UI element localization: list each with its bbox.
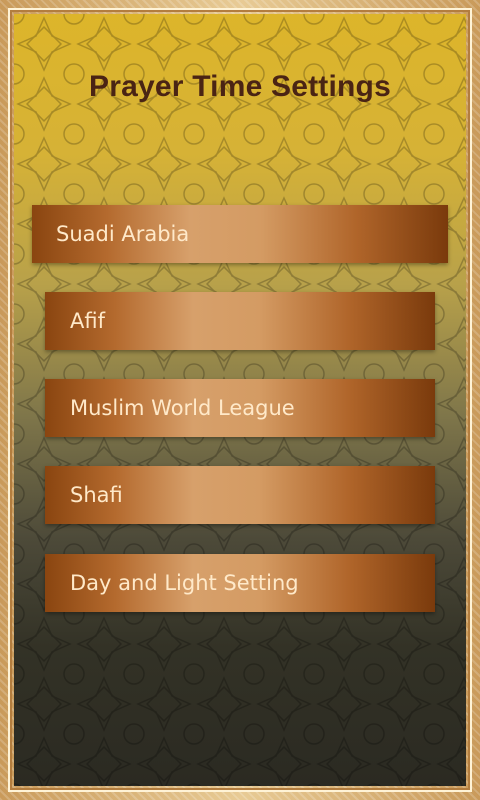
menu-item-suadi-arabia[interactable]: Suadi Arabia: [32, 205, 448, 263]
menu-item-label: Muslim World League: [70, 396, 295, 420]
menu-item-label: Day and Light Setting: [70, 571, 299, 595]
menu-item-muslim-world-league[interactable]: Muslim World League: [45, 379, 435, 437]
menu-item-afif[interactable]: Afif: [45, 292, 435, 350]
menu-item-label: Shafi: [70, 483, 123, 507]
page-title: Prayer Time Settings: [89, 70, 391, 103]
menu-item-label: Suadi Arabia: [56, 222, 190, 246]
decorative-frame: Prayer Time Settings Suadi Arabia Afif M…: [0, 0, 480, 800]
menu-item-label: Afif: [70, 309, 105, 333]
settings-panel: Prayer Time Settings Suadi Arabia Afif M…: [14, 14, 466, 786]
menu-item-shafi[interactable]: Shafi: [45, 466, 435, 524]
menu-item-day-and-light-setting[interactable]: Day and Light Setting: [45, 554, 435, 612]
